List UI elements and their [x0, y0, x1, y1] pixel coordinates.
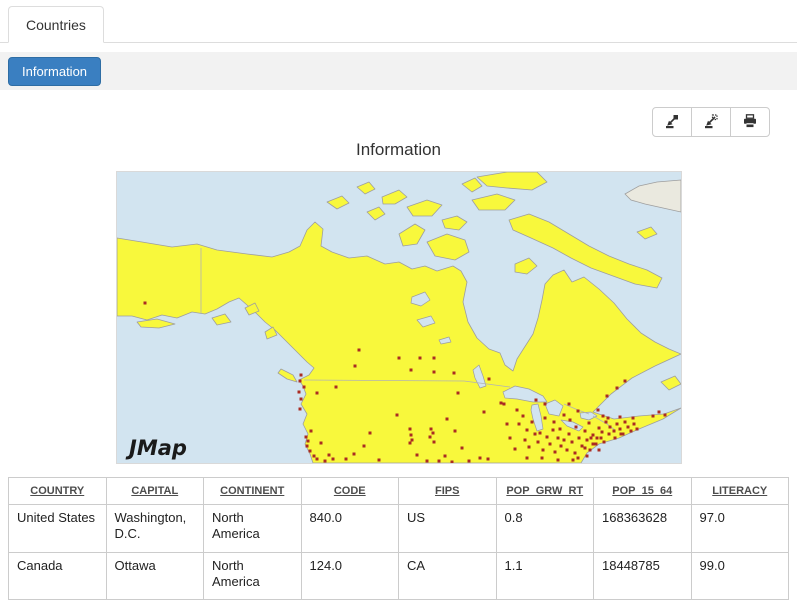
information-button[interactable]: Information: [8, 57, 101, 86]
export-image-icon: [664, 113, 680, 132]
table-cell: Ottawa: [106, 552, 204, 600]
print-button[interactable]: [730, 107, 770, 137]
column-header-capital[interactable]: CAPITAL: [106, 478, 204, 505]
action-button-group: [652, 107, 770, 137]
table-cell: North America: [204, 552, 302, 600]
table-cell: Washington, D.C.: [106, 505, 204, 553]
column-header-continent[interactable]: CONTINENT: [204, 478, 302, 505]
table-cell: 0.8: [496, 505, 594, 553]
table-cell: CA: [399, 552, 497, 600]
table-cell: 1.1: [496, 552, 594, 600]
column-header-country[interactable]: COUNTRY: [9, 478, 107, 505]
table-cell: 124.0: [301, 552, 399, 600]
map-container: JMap: [116, 171, 682, 464]
table-row[interactable]: CanadaOttawaNorth America124.0CA1.118448…: [9, 552, 789, 600]
column-header-pop-15-64[interactable]: POP_15_64: [594, 478, 692, 505]
table-cell: North America: [204, 505, 302, 553]
table-cell: 168363628: [594, 505, 692, 553]
export-data-icon: [703, 113, 719, 132]
table-cell: US: [399, 505, 497, 553]
column-header-fips[interactable]: FIPS: [399, 478, 497, 505]
table-cell: United States: [9, 505, 107, 553]
print-icon: [742, 113, 758, 132]
table-row[interactable]: United StatesWashington, D.C.North Ameri…: [9, 505, 789, 553]
page-title: Information: [0, 140, 797, 160]
tab-bar: Countries: [0, 5, 797, 43]
tab-countries[interactable]: Countries: [8, 6, 104, 43]
column-header-code[interactable]: CODE: [301, 478, 399, 505]
map-canvas[interactable]: JMap: [117, 172, 681, 463]
table-header: COUNTRY CAPITAL CONTINENT CODE FIPS POP_…: [9, 478, 789, 505]
table-body: United StatesWashington, D.C.North Ameri…: [9, 505, 789, 600]
toolbar: Information: [0, 52, 797, 90]
column-header-literacy[interactable]: LITERACY: [691, 478, 789, 505]
attribute-table: COUNTRY CAPITAL CONTINENT CODE FIPS POP_…: [8, 477, 789, 600]
table-cell: 18448785: [594, 552, 692, 600]
tab-countries-label: Countries: [26, 17, 86, 33]
table-cell: 840.0: [301, 505, 399, 553]
export-image-button[interactable]: [652, 107, 692, 137]
jmap-logo: JMap: [125, 436, 187, 460]
table-cell: 99.0: [691, 552, 789, 600]
export-data-button[interactable]: [691, 107, 731, 137]
attribute-table-container: COUNTRY CAPITAL CONTINENT CODE FIPS POP_…: [8, 477, 789, 600]
column-header-pop-grw-rt[interactable]: POP_GRW_RT: [496, 478, 594, 505]
table-cell: Canada: [9, 552, 107, 600]
table-cell: 97.0: [691, 505, 789, 553]
